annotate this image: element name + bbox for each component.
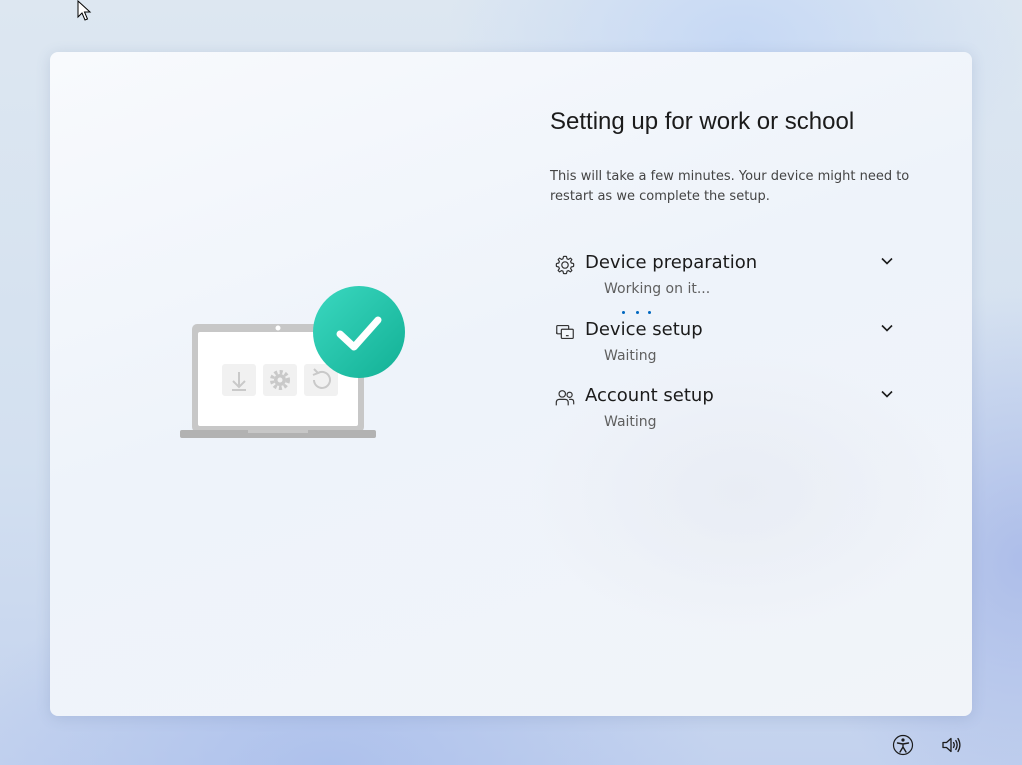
devices-icon xyxy=(556,324,574,340)
gear-icon xyxy=(555,255,575,275)
step-label: Device setup xyxy=(585,319,703,340)
chevron-down-icon[interactable] xyxy=(880,254,894,268)
step-status: Waiting xyxy=(604,348,657,364)
setup-panel: Setting up for work or school This will … xyxy=(50,52,972,716)
step-account-setup[interactable]: Account setup Waiting xyxy=(550,385,900,439)
step-device-preparation[interactable]: Device preparation Working on it... xyxy=(550,252,900,306)
chevron-down-icon[interactable] xyxy=(880,321,894,335)
checkmark-icon xyxy=(313,286,405,378)
step-status: Working on it... xyxy=(604,281,711,297)
page-description: This will take a few minutes. Your devic… xyxy=(550,169,910,204)
accessibility-icon[interactable] xyxy=(892,734,914,756)
laptop-setup-illustration xyxy=(180,286,405,438)
progress-dots xyxy=(620,310,656,316)
volume-icon[interactable] xyxy=(940,734,962,756)
page-title: Setting up for work or school xyxy=(550,108,855,135)
laptop-camera xyxy=(275,325,281,331)
step-device-setup[interactable]: Device setup Waiting xyxy=(550,319,900,373)
step-label: Account setup xyxy=(585,385,714,406)
step-label: Device preparation xyxy=(585,252,758,273)
download-icon xyxy=(222,364,256,396)
step-status: Waiting xyxy=(604,414,657,430)
chevron-down-icon[interactable] xyxy=(880,387,894,401)
mouse-cursor-icon xyxy=(77,0,92,21)
people-icon xyxy=(555,390,575,406)
gear-icon xyxy=(263,364,297,396)
